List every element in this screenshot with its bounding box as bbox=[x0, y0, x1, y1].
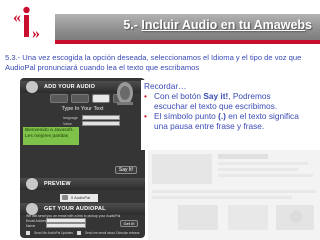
checkbox-row: Send Me AudioPal Updates Send me email a… bbox=[26, 231, 140, 235]
recordar-panel: Recordar… • Con el botón Say it!, Podrem… bbox=[141, 80, 308, 150]
svg-text:»: » bbox=[32, 25, 40, 42]
step-2-icon bbox=[26, 178, 38, 190]
voice-label: Voice bbox=[63, 122, 72, 126]
amaweb-logo: « » bbox=[6, 2, 50, 46]
bullet-2-pre: El símbolo punto bbox=[154, 111, 219, 121]
bullet-2-bold: (.) bbox=[218, 111, 226, 121]
title-prefix: 5.- bbox=[123, 18, 142, 32]
title-underlined: Incluir Audio en tu Amaweb bbox=[141, 18, 306, 32]
preview-label: 0 AudioPal bbox=[71, 195, 91, 200]
bullet-1-pre: Con el botón bbox=[154, 91, 204, 101]
title-suffix: s bbox=[305, 18, 312, 32]
bullet-text: El símbolo punto (.) en el texto signifi… bbox=[154, 111, 306, 132]
tab-type-text-label: Type In Your Text bbox=[61, 106, 104, 112]
bullet-icon: • bbox=[144, 111, 147, 121]
svg-text:«: « bbox=[13, 9, 21, 26]
tab-mic-icon[interactable] bbox=[71, 94, 89, 103]
preview-title: PREVIEW bbox=[44, 181, 71, 187]
step-1-icon bbox=[26, 81, 38, 93]
bullet-pause: • El símbolo punto (.) en el texto signi… bbox=[144, 111, 306, 132]
updates-checkbox[interactable] bbox=[26, 231, 30, 235]
language-label: language bbox=[63, 116, 78, 120]
tab-text-icon[interactable] bbox=[92, 94, 110, 103]
preview-player[interactable]: 0 AudioPal bbox=[60, 194, 98, 202]
section-header-preview bbox=[20, 178, 145, 190]
email-opt-label: Send me email about Odeo/an release bbox=[84, 231, 140, 235]
add-audio-title: ADD YOUR AUDIO bbox=[44, 84, 96, 90]
name-label: Name bbox=[26, 224, 36, 228]
language-select[interactable] bbox=[82, 115, 120, 120]
bullet-icon: • bbox=[144, 91, 147, 101]
say-it-button[interactable]: Say It! bbox=[115, 166, 137, 174]
updates-label: Send Me AudioPal Updates bbox=[34, 231, 73, 235]
get-audiopal-title: GET YOUR AUDIOPAL bbox=[44, 206, 106, 212]
name-field[interactable] bbox=[46, 223, 86, 228]
speaker-illustration-icon bbox=[115, 80, 135, 105]
get-it-button[interactable]: Get It! bbox=[120, 220, 138, 227]
voice-select[interactable] bbox=[82, 121, 120, 126]
bullet-say-it: • Con el botón Say it!, Podremos escucha… bbox=[144, 91, 306, 112]
speaker-icon bbox=[62, 195, 68, 200]
recordar-title: Recordar… bbox=[144, 81, 187, 91]
page-title: 5.- Incluir Audio en tu Amawebs bbox=[123, 18, 312, 32]
text-input[interactable]: Bienvenido a Javasoft.. Les mejores part… bbox=[23, 127, 79, 145]
tab-phone-icon[interactable] bbox=[50, 94, 68, 103]
header-accent-line bbox=[55, 40, 320, 44]
bullet-1-bold: Say it! bbox=[203, 91, 229, 101]
background-website bbox=[148, 150, 320, 240]
email-checkbox[interactable] bbox=[76, 231, 81, 235]
bullet-text: Con el botón Say it!, Podremos escuchar … bbox=[154, 91, 306, 112]
intro-text: 5.3.- Una vez escogida la opción deseada… bbox=[5, 53, 302, 72]
